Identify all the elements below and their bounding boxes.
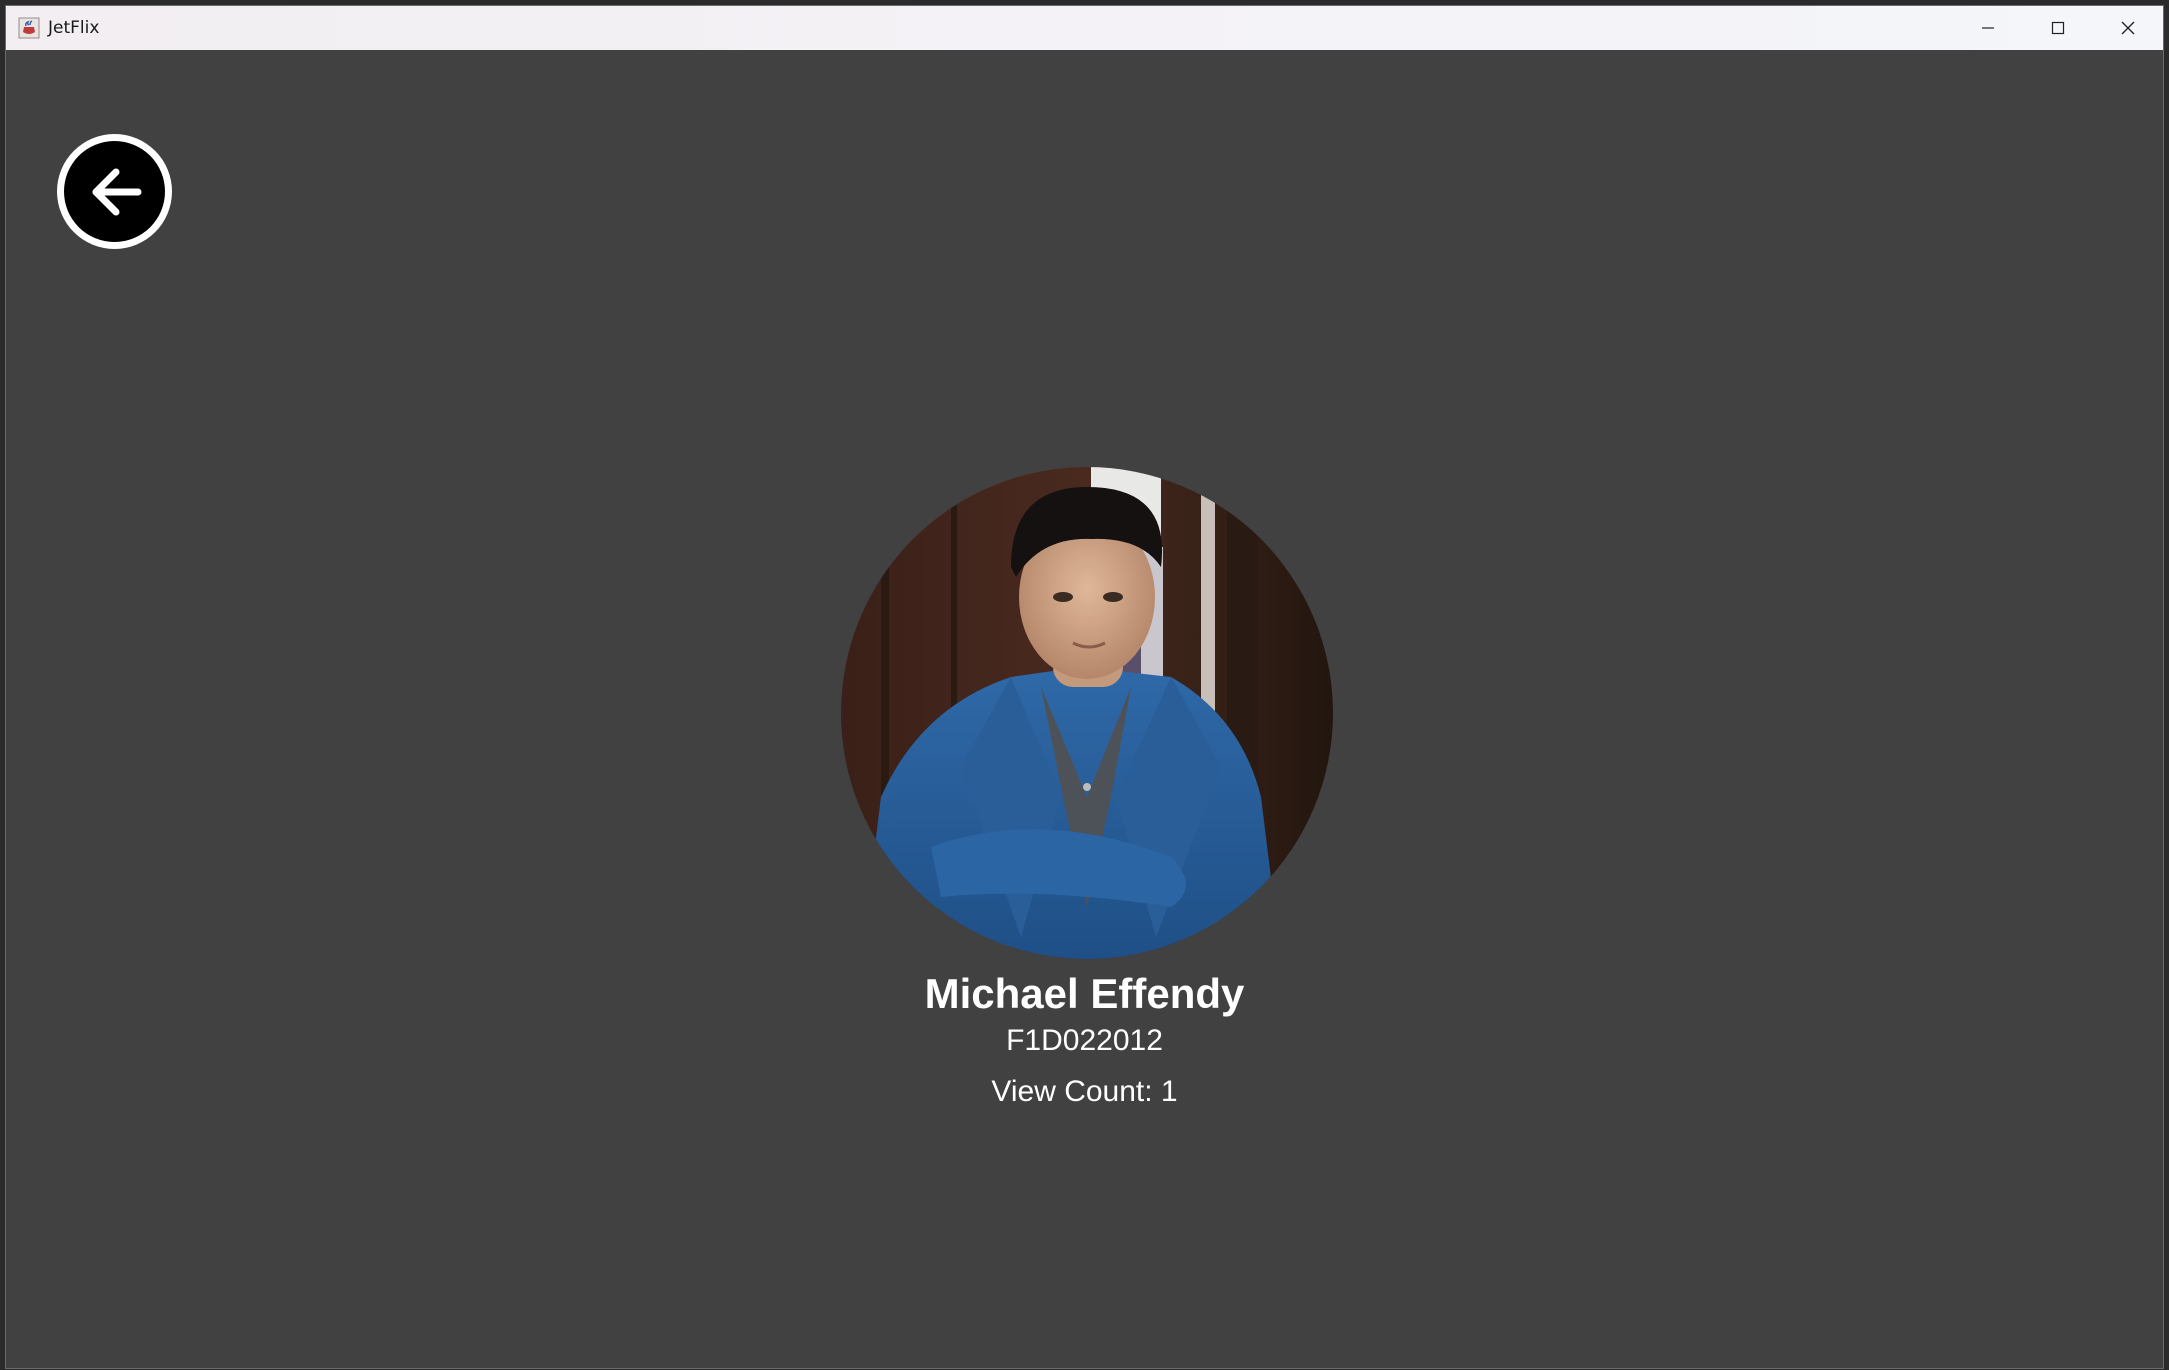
arrow-left-circle-icon <box>64 141 165 242</box>
minimize-icon <box>1982 27 1994 29</box>
title-bar[interactable]: JetFlix <box>6 6 2163 50</box>
maximize-button[interactable] <box>2023 6 2093 50</box>
window-title: JetFlix <box>48 18 100 38</box>
java-cup-icon <box>16 15 42 41</box>
app-window: JetFlix Michael Effendy F1D022012 View C… <box>6 6 2163 1368</box>
window-controls <box>1953 6 2163 50</box>
avatar <box>841 467 1333 959</box>
view-count: View Count: 1 <box>991 1075 1178 1108</box>
close-button[interactable] <box>2093 6 2163 50</box>
profile-page: Michael Effendy F1D022012 View Count: 1 <box>6 50 2163 1368</box>
profile-name: Michael Effendy <box>924 970 1245 1017</box>
maximize-icon <box>2051 21 2065 35</box>
minimize-button[interactable] <box>1953 6 2023 50</box>
student-id: F1D022012 <box>1006 1024 1163 1057</box>
close-icon <box>2121 21 2135 35</box>
back-button[interactable] <box>57 134 172 249</box>
